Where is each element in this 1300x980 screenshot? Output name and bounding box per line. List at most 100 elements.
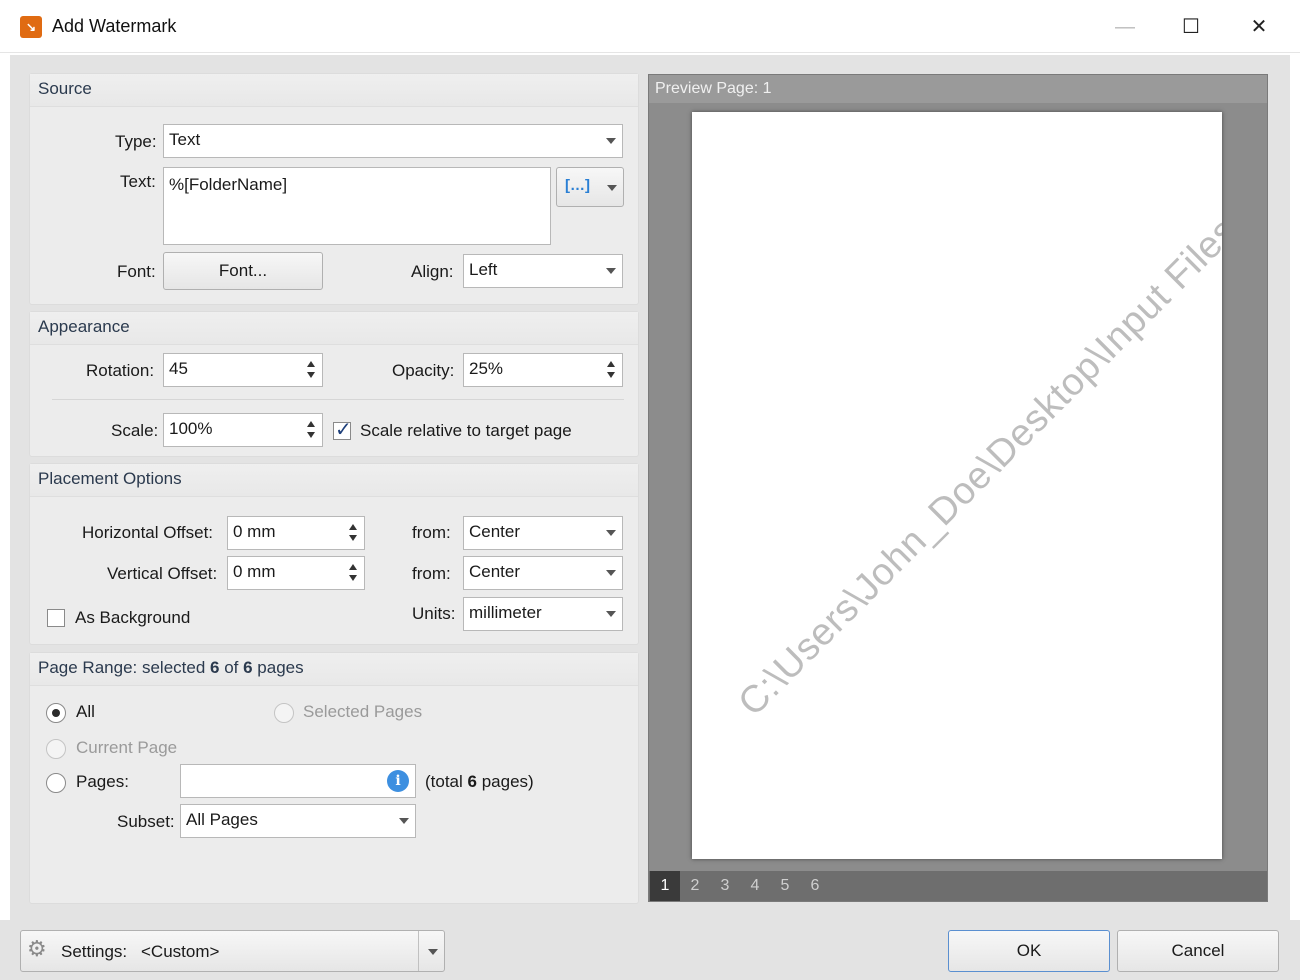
page-thumb-5[interactable]: 5: [770, 871, 800, 901]
horizontal-from-value: Center: [469, 522, 521, 541]
chevron-down-icon: [606, 570, 616, 576]
chevron-down-icon: [606, 138, 616, 144]
window-title: Add Watermark: [52, 16, 177, 36]
units-value: millimeter: [469, 603, 542, 622]
settings-value: <Custom>: [141, 942, 220, 961]
placement-header: Placement Options: [30, 464, 638, 497]
spin-up-icon: [307, 361, 315, 367]
minimize-button[interactable]: —: [1100, 10, 1150, 44]
opacity-label: Opacity:: [392, 361, 455, 380]
all-pages-label: All: [76, 702, 95, 721]
all-pages-radio[interactable]: [46, 703, 66, 723]
spin-down-icon: [607, 372, 615, 378]
horizontal-offset-label: Horizontal Offset:: [82, 523, 214, 542]
type-label: Type:: [115, 132, 157, 151]
as-background-label: As Background: [75, 608, 191, 627]
checkmark-icon: ✓: [335, 419, 352, 441]
total-count: 6: [243, 658, 253, 677]
chevron-down-icon: [606, 530, 616, 536]
info-icon[interactable]: i: [387, 770, 409, 792]
font-label: Font:: [117, 262, 156, 281]
chevron-down-icon: [428, 949, 438, 955]
page-range-header: Page Range: selected 6 of 6 pages: [30, 653, 638, 686]
scale-relative-checkbox[interactable]: ✓: [333, 419, 352, 441]
total-suffix: pages): [477, 772, 534, 791]
page-range-header-prefix: Page Range: selected: [38, 658, 211, 677]
preview-panel: Preview Page: 1 C:\Users\John_Doe\Deskto…: [648, 74, 1268, 902]
text-label: Text:: [120, 172, 156, 191]
gear-icon: ⚙: [27, 936, 47, 961]
type-dropdown[interactable]: Text: [163, 124, 623, 158]
watermark-preview-text: C:\Users\John_Doe\Desktop\Input Files: [730, 209, 1222, 725]
appearance-header: Appearance: [30, 312, 638, 345]
spin-up-icon: [607, 361, 615, 367]
vertical-offset-label: Vertical Offset:: [107, 564, 218, 583]
align-value: Left: [469, 260, 498, 279]
pdf-app-icon: ↘: [20, 16, 42, 38]
rotation-label: Rotation:: [86, 361, 155, 380]
as-background-checkbox[interactable]: [47, 609, 65, 627]
pages-input[interactable]: i: [180, 764, 416, 798]
current-page-label: Current Page: [76, 738, 178, 757]
total-pages-text: (total 6 pages): [425, 772, 534, 792]
cancel-button[interactable]: Cancel: [1117, 930, 1279, 972]
pages-label: Pages:: [76, 772, 129, 791]
close-button[interactable]: ✕: [1234, 10, 1284, 44]
opacity-spinner[interactable]: 25%: [463, 353, 623, 387]
text-input[interactable]: %[FolderName]: [163, 167, 551, 245]
units-dropdown[interactable]: millimeter: [463, 597, 623, 631]
spin-up-icon: [349, 564, 357, 570]
font-button[interactable]: Font...: [163, 252, 323, 290]
subset-dropdown[interactable]: All Pages: [180, 804, 416, 838]
opacity-value: 25%: [469, 359, 504, 378]
page-thumb-1[interactable]: 1: [650, 871, 680, 901]
macro-icon: […]: [565, 177, 590, 194]
insert-macro-button[interactable]: […]: [556, 167, 624, 207]
horizontal-from-label: from:: [412, 523, 451, 542]
maximize-button[interactable]: ☐: [1166, 10, 1216, 44]
rotation-spinner[interactable]: 45: [163, 353, 323, 387]
spin-up-icon: [307, 421, 315, 427]
horizontal-from-dropdown[interactable]: Center: [463, 516, 623, 550]
spin-down-icon: [307, 372, 315, 378]
vertical-offset-spinner[interactable]: 0 mm: [227, 556, 365, 590]
page-thumb-4[interactable]: 4: [740, 871, 770, 901]
page-navigator: 123456: [649, 871, 1267, 901]
preview-header: Preview Page: 1: [649, 75, 1267, 103]
total-prefix: (total: [425, 772, 468, 791]
vertical-offset-value: 0 mm: [233, 562, 276, 581]
pages-radio[interactable]: [46, 773, 66, 793]
chevron-down-icon: [607, 185, 617, 191]
source-header: Source: [30, 74, 638, 107]
total-pages-count: 6: [467, 772, 477, 791]
chevron-down-icon: [399, 818, 409, 824]
preview-page: C:\Users\John_Doe\Desktop\Input Files: [692, 112, 1222, 859]
align-dropdown[interactable]: Left: [463, 254, 623, 288]
vertical-from-dropdown[interactable]: Center: [463, 556, 623, 590]
page-range-header-suffix: pages: [252, 658, 304, 677]
type-value: Text: [169, 130, 201, 149]
divider: [52, 399, 624, 400]
page-thumb-3[interactable]: 3: [710, 871, 740, 901]
spin-down-icon: [349, 575, 357, 581]
subset-value: All Pages: [186, 810, 258, 829]
selected-pages-label: Selected Pages: [303, 702, 423, 721]
current-page-radio[interactable]: [46, 739, 66, 759]
scale-relative-label: Scale relative to target page: [360, 421, 572, 440]
divider: [418, 931, 419, 971]
ok-button[interactable]: OK: [948, 930, 1110, 972]
page-thumb-2[interactable]: 2: [680, 871, 710, 901]
scale-spinner[interactable]: 100%: [163, 413, 323, 447]
chevron-down-icon: [606, 268, 616, 274]
settings-dropdown[interactable]: ⚙ Settings: <Custom>: [20, 930, 445, 972]
vertical-from-value: Center: [469, 562, 521, 581]
align-label: Align:: [411, 262, 454, 281]
horizontal-offset-spinner[interactable]: 0 mm: [227, 516, 365, 550]
settings-label: Settings:: [61, 942, 128, 961]
page-thumb-6[interactable]: 6: [800, 871, 830, 901]
title-bar: ↘ Add Watermark — ☐ ✕: [0, 0, 1300, 53]
selected-pages-radio[interactable]: [274, 703, 294, 723]
scale-value: 100%: [169, 419, 213, 438]
rotation-value: 45: [169, 359, 188, 378]
units-label: Units:: [412, 604, 456, 623]
